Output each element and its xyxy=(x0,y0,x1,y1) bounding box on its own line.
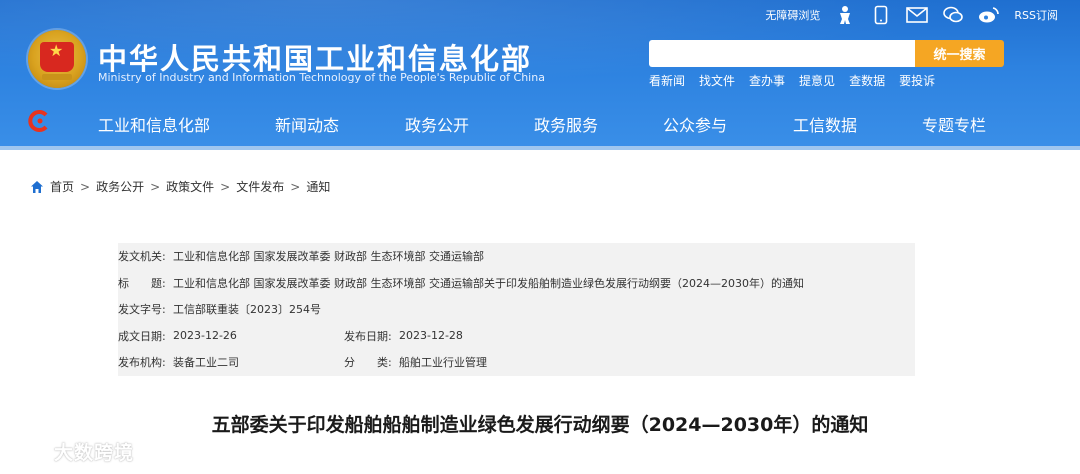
issuer-value: 工业和信息化部 国家发展改革委 财政部 生态环境部 交通运输部 xyxy=(173,250,484,264)
category-value: 船舶工业行业管理 xyxy=(399,356,487,370)
doc-number-value: 工信部联重装〔2023〕254号 xyxy=(173,303,321,317)
nav-item-public-participation[interactable]: 公众参与 xyxy=(663,112,727,136)
info-row-doc-number: 发文字号: 工信部联重装〔2023〕254号 xyxy=(118,296,915,323)
created-date-label: 成文日期: xyxy=(118,329,166,343)
unified-search-button[interactable]: 统一搜索 xyxy=(915,40,1004,67)
published-date-value: 2023-12-28 xyxy=(399,329,463,343)
title-value: 工业和信息化部 国家发展改革委 财政部 生态环境部 交通运输部关于印发船舶制造业… xyxy=(173,276,804,290)
nav-item-gov-services[interactable]: 政务服务 xyxy=(534,112,598,136)
quick-links: 看新闻 找文件 查办事 提意见 查数据 要投诉 xyxy=(649,72,935,89)
breadcrumb-file-release[interactable]: 文件发布 xyxy=(236,178,284,195)
breadcrumb-home[interactable]: 首页 xyxy=(50,178,74,195)
breadcrumb-separator: > xyxy=(150,179,161,194)
info-row-issuer: 发文机关: 工业和信息化部 国家发展改革委 财政部 生态环境部 交通运输部 xyxy=(118,243,915,270)
quick-link-data[interactable]: 查数据 xyxy=(849,72,885,89)
quick-link-news[interactable]: 看新闻 xyxy=(649,72,685,89)
agency-value: 装备工业二司 xyxy=(173,356,239,370)
mail-icon[interactable] xyxy=(906,5,929,25)
elderly-mode-icon[interactable] xyxy=(834,5,856,25)
info-row-dates: 成文日期: 2023-12-26 发布日期: 2023-12-28 xyxy=(118,322,915,349)
watermark: 大数跨境 xyxy=(10,438,134,465)
published-date-label: 发布日期: xyxy=(344,329,392,343)
watermark-text: 大数跨境 xyxy=(54,442,135,464)
quick-link-complaint[interactable]: 要投诉 xyxy=(899,72,935,89)
ministry-mark-icon[interactable] xyxy=(28,110,50,132)
agency-label: 发布机构: xyxy=(118,356,166,370)
breadcrumb-separator: > xyxy=(290,179,301,194)
quick-link-services[interactable]: 查办事 xyxy=(749,72,785,89)
top-links: 无障碍浏览 RSS订阅 xyxy=(765,4,1058,26)
nav-item-special-topics[interactable]: 专题专栏 xyxy=(922,112,986,136)
document-info-table: 发文机关: 工业和信息化部 国家发展改革委 财政部 生态环境部 交通运输部 标 … xyxy=(118,243,915,376)
main-nav: 工业和信息化部 新闻动态 政务公开 政务服务 公众参与 工信数据 专题专栏 xyxy=(0,100,1080,146)
wechat-icon[interactable] xyxy=(942,5,964,25)
weibo-icon[interactable] xyxy=(978,5,1000,25)
breadcrumb-separator: > xyxy=(220,179,231,194)
accessibility-link[interactable]: 无障碍浏览 xyxy=(765,7,820,23)
watermark-logo-icon xyxy=(11,442,46,458)
breadcrumb: 首页 > 政务公开 > 政策文件 > 文件发布 > 通知 xyxy=(30,178,330,195)
nav-item-ministry[interactable]: 工业和信息化部 xyxy=(98,112,210,136)
category-label: 分 类: xyxy=(344,356,392,370)
site-subtitle: Ministry of Industry and Information Tec… xyxy=(98,71,545,84)
issuer-label: 发文机关: xyxy=(118,250,166,264)
nav-item-gov-affairs[interactable]: 政务公开 xyxy=(405,112,469,136)
site-header: ★ 中华人民共和国工业和信息化部 Ministry of Industry an… xyxy=(0,0,1080,150)
header-divider xyxy=(0,146,1080,150)
mobile-icon[interactable] xyxy=(870,5,892,25)
article-title: 五部委关于印发船舶船舶制造业绿色发展行动纲要（2024—2030年）的通知 xyxy=(211,414,869,436)
quick-link-feedback[interactable]: 提意见 xyxy=(799,72,835,89)
breadcrumb-policy-files[interactable]: 政策文件 xyxy=(166,178,214,195)
breadcrumb-notice[interactable]: 通知 xyxy=(306,178,330,195)
breadcrumb-separator: > xyxy=(80,179,91,194)
home-icon[interactable] xyxy=(30,180,44,194)
breadcrumb-gov-affairs[interactable]: 政务公开 xyxy=(96,178,144,195)
info-row-title: 标 题: 工业和信息化部 国家发展改革委 财政部 生态环境部 交通运输部关于印发… xyxy=(118,269,915,296)
quick-link-files[interactable]: 找文件 xyxy=(699,72,735,89)
title-label: 标 题: xyxy=(118,276,166,290)
national-emblem-logo[interactable]: ★ xyxy=(28,30,86,88)
created-date-value: 2023-12-26 xyxy=(173,329,237,343)
rss-link[interactable]: RSS订阅 xyxy=(1014,7,1058,23)
info-row-agency: 发布机构: 装备工业二司 分 类: 船舶工业行业管理 xyxy=(118,349,915,376)
nav-item-data[interactable]: 工信数据 xyxy=(793,112,857,136)
search-input[interactable] xyxy=(649,40,915,67)
doc-number-label: 发文字号: xyxy=(118,303,166,317)
nav-item-news[interactable]: 新闻动态 xyxy=(275,112,339,136)
